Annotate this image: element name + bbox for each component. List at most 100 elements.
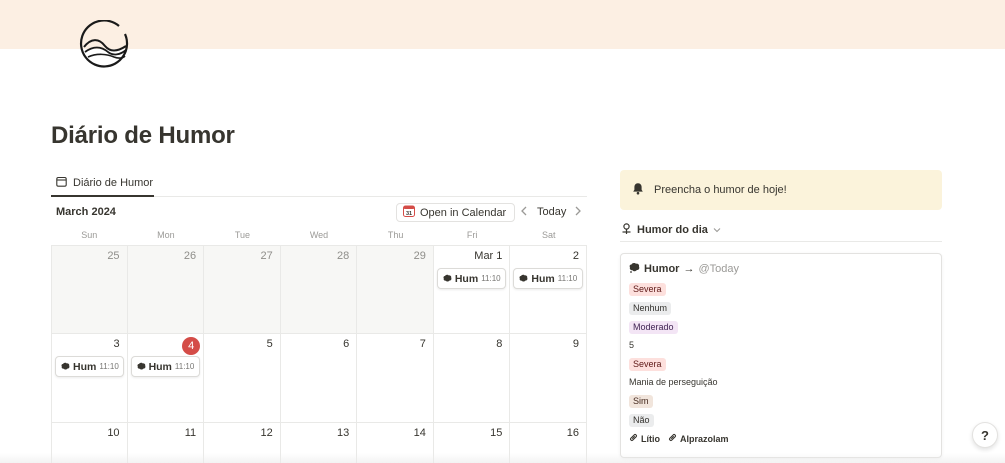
weekday-label: Fri: [466, 230, 478, 240]
property-tag: Não: [629, 414, 654, 427]
event-time: 11:10: [174, 362, 195, 371]
day-number: 5: [266, 338, 273, 350]
event-time: 11:10: [99, 362, 119, 371]
property-tag: Severa: [629, 358, 666, 371]
event-title: Hum: [454, 272, 479, 285]
person-pin-icon: [621, 222, 632, 238]
calendar-day-cell[interactable]: 28: [280, 246, 358, 334]
page-title[interactable]: Diário de Humor: [51, 122, 235, 150]
open-in-calendar-button[interactable]: 31 Open in Calendar: [396, 203, 516, 222]
calendar-day-cell[interactable]: 10: [51, 423, 128, 463]
calendar-day-cell[interactable]: 29: [357, 246, 434, 334]
property-tag: Nenhum: [629, 302, 672, 315]
callout-text: Preencha o humor de hoje!: [654, 184, 787, 196]
day-number: 29: [413, 250, 426, 262]
property-tag: Sim: [629, 395, 653, 408]
day-number: 25: [107, 250, 120, 262]
calendar-day-cell[interactable]: 26: [127, 246, 205, 334]
day-number: 15: [490, 427, 503, 439]
calendar-day-cell[interactable]: 11: [128, 423, 205, 463]
calendar-day-cell[interactable]: Mar 1 Hum 11:10: [433, 246, 511, 334]
calendar-day-cell[interactable]: 7: [357, 334, 434, 423]
event-time: 11:10: [557, 274, 578, 283]
today-button[interactable]: Today: [537, 206, 566, 218]
thought-bubble-icon: [61, 358, 70, 376]
weekday-label: Wed: [309, 230, 329, 240]
calendar-day-cell[interactable]: 13: [281, 423, 358, 463]
day-number: 3: [113, 338, 120, 350]
medication-link[interactable]: Alprazolam: [668, 433, 729, 444]
open-in-calendar-label: Open in Calendar: [420, 206, 507, 219]
calendar-day-cell[interactable]: 3 Hum 11:10: [51, 334, 128, 423]
page-logo-icon[interactable]: [79, 19, 131, 70]
day-number: 26: [183, 250, 197, 262]
calendar-day-cell[interactable]: 15: [434, 423, 511, 463]
weekday-label: Sun: [81, 230, 98, 240]
medication-name: Alprazolam: [680, 433, 729, 444]
event-title: Hum: [148, 360, 172, 373]
database-view-tabs: Diário de Humor: [51, 170, 587, 197]
property-tag: Moderado: [629, 321, 678, 334]
card-property-row: Moderado: [629, 321, 678, 334]
day-number: 14: [413, 427, 426, 439]
calendar-day-cell[interactable]: 14: [357, 423, 434, 463]
weekday-label: Sat: [542, 230, 556, 240]
day-number: 7: [419, 338, 426, 350]
humor-entry-card[interactable]: Humor → @Today Severa Nenhum Moderado 5 Seve…: [620, 253, 942, 458]
calendar-day-cell[interactable]: 5: [204, 334, 281, 423]
callout-reminder[interactable]: Preencha o humor de hoje!: [620, 170, 942, 210]
calendar-event-card[interactable]: Hum 11:10: [130, 356, 201, 377]
calendar-day-cell[interactable]: 2 Hum 11:10: [510, 246, 587, 334]
card-property-row: Sim: [629, 395, 653, 408]
day-number: 16: [566, 427, 579, 439]
calendar-day-cell[interactable]: 9: [510, 334, 587, 423]
medications-row: Lítio Alprazolam: [629, 433, 729, 444]
today-mention[interactable]: @Today: [698, 263, 739, 275]
thought-bubble-icon: [443, 270, 452, 288]
humor-do-dia-title: Humor do dia: [637, 224, 708, 236]
calendar-day-cell[interactable]: 27: [204, 246, 281, 334]
calendar-day-cell[interactable]: 16: [510, 423, 587, 463]
day-number: 27: [260, 250, 273, 262]
calendar-event-card[interactable]: Hum 11:10: [513, 268, 583, 289]
tab-label: Diário de Humor: [73, 176, 154, 189]
bell-icon: [632, 182, 644, 198]
calendar-view-icon: [56, 176, 67, 190]
card-property-row: 5: [629, 340, 634, 350]
card-property-row: Severa: [629, 283, 666, 296]
medication-name: Lítio: [641, 433, 660, 444]
property-tag: Severa: [629, 283, 666, 296]
calendar-day-cell[interactable]: 4 Hum 11:10: [127, 334, 205, 423]
card-property-row: Severa: [629, 358, 666, 371]
calendar-day-cell[interactable]: 6: [280, 334, 358, 423]
thought-bubble-icon: [519, 270, 528, 288]
calendar-day-cell[interactable]: 8: [433, 334, 511, 423]
card-title: Humor → @Today: [629, 262, 739, 276]
calendar-app-icon: 31: [403, 205, 415, 220]
next-month-button[interactable]: [570, 204, 586, 220]
event-title: Hum: [73, 360, 97, 373]
card-property-row: Nenhum: [629, 302, 672, 315]
calendar-day-cell[interactable]: 25: [51, 246, 128, 334]
previous-month-button[interactable]: [516, 204, 532, 220]
today-day-number: 4: [182, 337, 201, 355]
page-cover[interactable]: [0, 0, 1005, 49]
chevron-right-icon: [574, 203, 582, 221]
humor-do-dia-header[interactable]: Humor do dia: [620, 219, 942, 242]
weekday-label: Thu: [387, 230, 404, 240]
event-time: 11:10: [481, 274, 501, 283]
medication-link[interactable]: Lítio: [629, 433, 660, 444]
day-number: 13: [337, 427, 350, 439]
pill-icon: [668, 433, 677, 444]
help-button[interactable]: ?: [972, 422, 998, 448]
event-title: Hum: [531, 272, 555, 285]
calendar-event-card[interactable]: Hum 11:10: [436, 268, 507, 289]
card-title-arrow: →: [683, 263, 695, 275]
tab-diario-de-humor[interactable]: Diário de Humor: [51, 170, 154, 197]
svg-text:31: 31: [406, 211, 412, 217]
property-value: 5: [629, 340, 635, 350]
month-label: March 2024: [56, 206, 116, 218]
calendar-day-cell[interactable]: 12: [204, 423, 281, 463]
calendar-event-card[interactable]: Hum 11:10: [55, 356, 124, 377]
thought-bubble-icon: [137, 358, 146, 376]
